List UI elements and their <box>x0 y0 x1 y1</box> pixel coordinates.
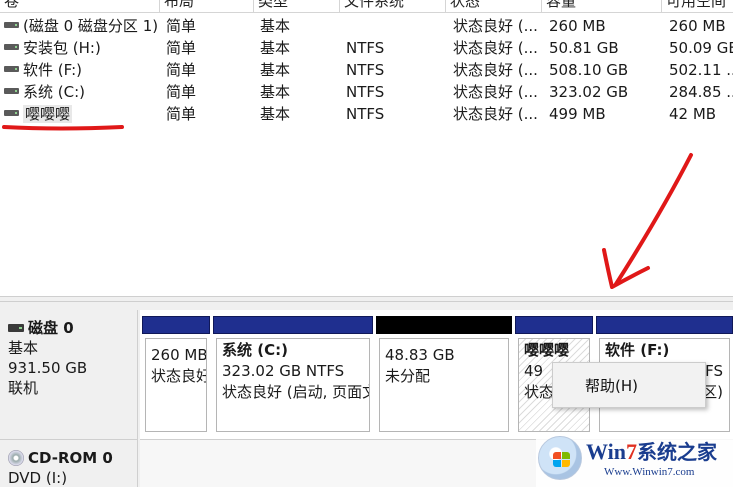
table-row[interactable]: 软件 (F:) 简单 基本 NTFS 状态良好 (... 508.10 GB 5… <box>0 59 733 81</box>
partition-status: 未分配 <box>385 367 431 385</box>
volume-name: (磁盘 0 磁盘分区 1) <box>23 17 158 35</box>
arrow-head-annotation <box>602 248 650 289</box>
drive-icon <box>4 66 19 72</box>
capacity-cell: 499 MB <box>549 105 606 123</box>
partition-bar <box>376 316 512 334</box>
volume-name: 软件 (F:) <box>23 61 82 79</box>
disk-0-label[interactable]: 磁盘 0 基本 931.50 GB 联机 <box>0 310 138 440</box>
partition-bar <box>515 316 593 334</box>
free-space-cell: 502.11 ... <box>669 61 733 79</box>
drive-icon <box>4 110 19 116</box>
filesystem-cell: NTFS <box>346 39 385 57</box>
table-row[interactable]: 系统 (C:) 简单 基本 NTFS 状态良好 (... 323.02 GB 2… <box>0 81 733 103</box>
free-space-cell: 260 MB <box>669 17 726 35</box>
status-cell: 状态良好 (... <box>453 61 538 79</box>
table-row-selected[interactable]: 嘤嘤嘤 简单 基本 NTFS 状态良好 (... 499 MB 42 MB <box>0 103 733 125</box>
partition-unallocated[interactable]: 48.83 GB 未分配 <box>376 316 512 434</box>
status-cell: 状态良好 (... <box>453 83 538 101</box>
column-header-type[interactable]: 类型 <box>254 0 340 13</box>
status-cell: 状态良好 (... <box>453 17 538 35</box>
layout-cell: 简单 <box>166 61 197 79</box>
table-row[interactable]: (磁盘 0 磁盘分区 1) 简单 基本 状态良好 (... 260 MB 260… <box>0 15 733 37</box>
column-header-layout[interactable]: 布局 <box>160 0 254 13</box>
free-space-cell: 42 MB <box>669 105 717 123</box>
table-row[interactable]: 安装包 (H:) 简单 基本 NTFS 状态良好 (... 50.81 GB 5… <box>0 37 733 59</box>
type-cell: 基本 <box>260 39 291 57</box>
volume-name: 安装包 (H:) <box>23 39 101 57</box>
volume-name: 嘤嘤嘤 <box>23 105 73 123</box>
partition-bar <box>142 316 210 334</box>
partition-system-c[interactable]: 系统 (C:) 323.02 GB NTFS 状态良好 (启动, 页面文 <box>213 316 373 434</box>
column-header-volume[interactable]: 卷 <box>0 0 160 13</box>
status-cell: 状态良好 (... <box>453 39 538 57</box>
layout-cell: 简单 <box>166 39 197 57</box>
type-cell: 基本 <box>260 17 291 35</box>
free-space-cell: 284.85 ... <box>669 83 733 101</box>
capacity-cell: 260 MB <box>549 17 606 35</box>
menu-item-help[interactable]: 帮助(H) <box>585 375 638 396</box>
partition-size: 260 MB <box>151 346 207 364</box>
filesystem-cell: NTFS <box>346 105 385 123</box>
free-space-cell: 50.09 GB <box>669 39 733 57</box>
partition-size: 48.83 GB <box>385 346 455 364</box>
site-watermark: Win7系统之家 Www.Winwin7.com <box>536 432 733 487</box>
underline-annotation <box>2 125 124 131</box>
filesystem-cell <box>346 15 446 37</box>
cd-drive-icon <box>8 450 24 466</box>
column-header-capacity[interactable]: 容量 <box>542 0 662 13</box>
disk-type: 基本 <box>8 339 39 357</box>
partition-status: 状态良好 (启动, 页面文 <box>222 383 370 401</box>
column-header-free-space[interactable]: 可用空间 <box>662 0 733 13</box>
cdrom-label[interactable]: CD-ROM 0 DVD (I:) <box>0 439 138 487</box>
partition-bar <box>213 316 373 334</box>
layout-cell: 简单 <box>166 17 197 35</box>
watermark-title: Win7系统之家 <box>586 439 717 464</box>
type-cell: 基本 <box>260 105 291 123</box>
partition-efi[interactable]: 260 MB 状态良好 <box>142 316 210 434</box>
arrow-shaft-annotation <box>614 153 693 286</box>
disk-size: 931.50 GB <box>8 359 88 377</box>
cdrom-drive: DVD (I:) <box>8 469 68 487</box>
partition-size: 323.02 GB NTFS <box>222 362 345 380</box>
capacity-cell: 323.02 GB <box>549 83 629 101</box>
partition-bar <box>596 316 733 334</box>
type-cell: 基本 <box>260 83 291 101</box>
capacity-cell: 508.10 GB <box>549 61 629 79</box>
column-header-status[interactable]: 状态 <box>446 0 542 13</box>
column-header-filesystem[interactable]: 文件系统 <box>340 0 446 13</box>
status-cell: 状态良好 (... <box>453 105 538 123</box>
drive-icon <box>4 22 19 28</box>
volume-list-header: 卷 布局 类型 文件系统 状态 容量 可用空间 <box>0 0 733 13</box>
disk-name: 磁盘 0 <box>28 319 74 337</box>
hard-disk-icon <box>8 324 24 332</box>
context-menu: 帮助(H) <box>552 362 706 408</box>
partition-name: 嘤嘤嘤 <box>524 341 570 359</box>
watermark-url: Www.Winwin7.com <box>604 466 695 478</box>
layout-cell: 简单 <box>166 83 197 101</box>
type-cell: 基本 <box>260 61 291 79</box>
drive-icon <box>4 88 19 94</box>
filesystem-cell: NTFS <box>346 61 385 79</box>
partition-name: 软件 (F:) <box>605 341 670 359</box>
volume-name: 系统 (C:) <box>23 83 85 101</box>
windows-logo-icon <box>538 436 582 480</box>
capacity-cell: 50.81 GB <box>549 39 619 57</box>
partition-status: 状态良好 <box>151 367 207 385</box>
partition-name: 系统 (C:) <box>222 341 288 359</box>
cdrom-name: CD-ROM 0 <box>28 449 113 467</box>
layout-cell: 简单 <box>166 105 197 123</box>
disk-state: 联机 <box>8 379 39 397</box>
drive-icon <box>4 44 19 50</box>
filesystem-cell: NTFS <box>346 83 385 101</box>
